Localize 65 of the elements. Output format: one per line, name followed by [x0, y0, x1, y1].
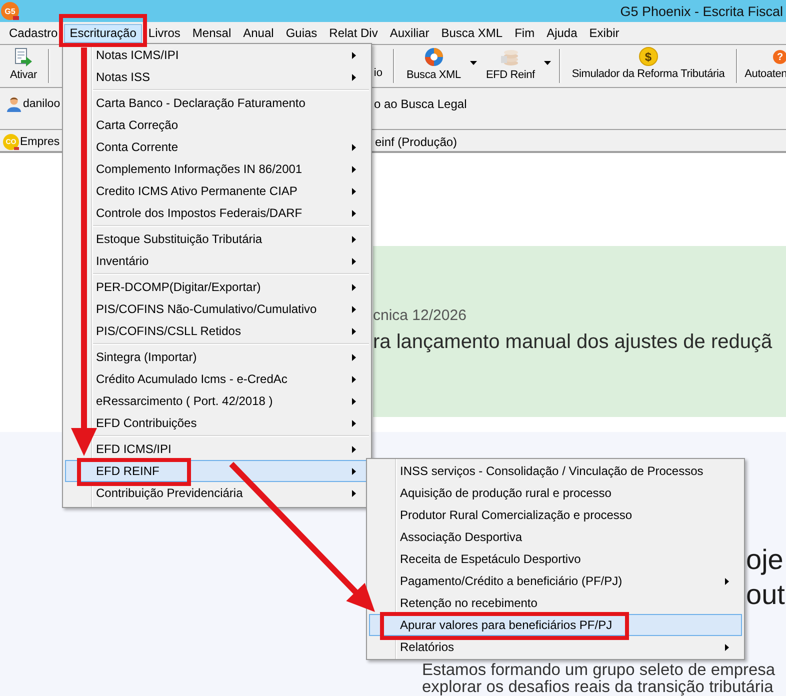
caret-icon [470, 61, 477, 65]
promo-paragraph: Estamos formando um grupo seleto de empresa explorar os desafios reais da transição tributária [422, 662, 776, 696]
toolbar-button[interactable]: ? Autoaten [742, 45, 786, 87]
menu-item[interactable]: EFD REINF [65, 460, 369, 482]
menu-item[interactable]: Anual [237, 24, 280, 42]
menu-item[interactable]: Notas ISS [65, 66, 369, 88]
notice-headline: ra lançamento manual dos ajustes de reduçã [373, 330, 774, 354]
menu-item[interactable]: Escrituração [64, 24, 142, 42]
menu-item[interactable]: Complemento Informações IN 86/2001 [65, 158, 369, 180]
menu-item[interactable]: Relat Div [323, 24, 384, 42]
menu-item[interactable]: Cadastro [3, 24, 64, 42]
user-icon [6, 96, 22, 112]
menu-item[interactable]: Auxiliar [384, 24, 436, 42]
menu-item[interactable]: Livros [142, 24, 186, 42]
dollar-coin-icon: $ [638, 47, 658, 66]
user-name: daniloo [23, 97, 60, 112]
swirl-icon [424, 47, 444, 67]
document-arrow-icon [13, 47, 34, 67]
menu-item[interactable]: Guias [280, 24, 324, 42]
menu-item[interactable]: Exibir [583, 24, 626, 42]
menu-item[interactable]: Crédito Acumulado Icms - e-CredAc [65, 368, 369, 390]
coin-stack-icon [500, 47, 520, 67]
menu-item[interactable]: Receita de Espetáculo Desportivo [369, 548, 742, 570]
menu-item[interactable]: PIS/COFINS/CSLL Retidos [65, 320, 369, 342]
help-icon: ? [773, 50, 786, 64]
menu-item[interactable]: Retenção no recebimento [369, 592, 742, 614]
promo-heading: oje out [746, 543, 785, 612]
menu-item[interactable]: Fim [508, 24, 541, 42]
menu-item[interactable]: Carta Banco - Declaração Faturamento [65, 92, 369, 114]
menu-item[interactable]: Estoque Substituição Tributária [65, 228, 369, 250]
menu-item[interactable]: Credito ICMS Ativo Permanente CIAP [65, 180, 369, 202]
menu-item[interactable]: Busca XML [435, 24, 509, 42]
menu-item[interactable]: Contribuição Previdenciária [65, 482, 369, 504]
toolbar-button[interactable]: EFD Reinf [480, 45, 541, 87]
toolbar-button[interactable]: $ Simulador da Reforma Tributária [566, 45, 731, 87]
menu-item[interactable]: Mensal [186, 24, 238, 42]
menu-item[interactable]: Aquisição de produção rural e processo [369, 482, 742, 504]
menu-item[interactable]: Ajuda [540, 24, 584, 42]
menu-item[interactable]: Controle dos Impostos Federais/DARF [65, 202, 369, 224]
menu-item[interactable]: Pagamento/Crédito a beneficiário (PF/PJ) [369, 570, 742, 592]
menu-item[interactable]: Conta Corrente [65, 136, 369, 158]
toolbar-label: o ao Busca Legal [374, 96, 467, 112]
notice-meta: cnica 12/2026 [373, 307, 468, 325]
menu-item[interactable]: Notas ICMS/IPI [65, 44, 369, 66]
menu-item[interactable]: EFD ICMS/IPI [65, 438, 369, 460]
menu-item[interactable]: Apurar valores para beneficiários PF/PJ [369, 614, 742, 636]
menu-item[interactable]: Associação Desportiva [369, 526, 742, 548]
window-title: G5 Phoenix - Escrita Fiscal [620, 4, 783, 18]
menu-item[interactable]: Relatórios [369, 636, 742, 658]
menu-item[interactable]: PER-DCOMP(Digitar/Exportar) [65, 276, 369, 298]
menu-item[interactable]: eRessarcimento ( Port. 42/2018 ) [65, 390, 369, 412]
app-logo: G5 [1, 2, 19, 20]
menu-item[interactable]: INSS serviços - Consolidação / Vinculação de Processos [369, 460, 742, 482]
menu-item[interactable]: PIS/COFINS Não-Cumulativo/Cumulativo [65, 298, 369, 320]
toolbar-button[interactable]: Ativar [4, 45, 43, 87]
menu-item[interactable]: Sintegra (Importar) [65, 346, 369, 368]
company-name: Empres [20, 135, 60, 150]
menu-item[interactable]: Inventário [65, 250, 369, 272]
menu-item[interactable]: Produtor Rural Comercialização e processo [369, 504, 742, 526]
caret-icon [544, 61, 551, 65]
menu-item[interactable]: Carta Correção [65, 114, 369, 136]
toolbar-button[interactable]: Busca XML [400, 45, 467, 87]
status-label: einf (Produção) [375, 134, 458, 150]
toolbar-label: io [374, 67, 382, 80]
menu-item[interactable]: EFD Contribuições [65, 412, 369, 434]
